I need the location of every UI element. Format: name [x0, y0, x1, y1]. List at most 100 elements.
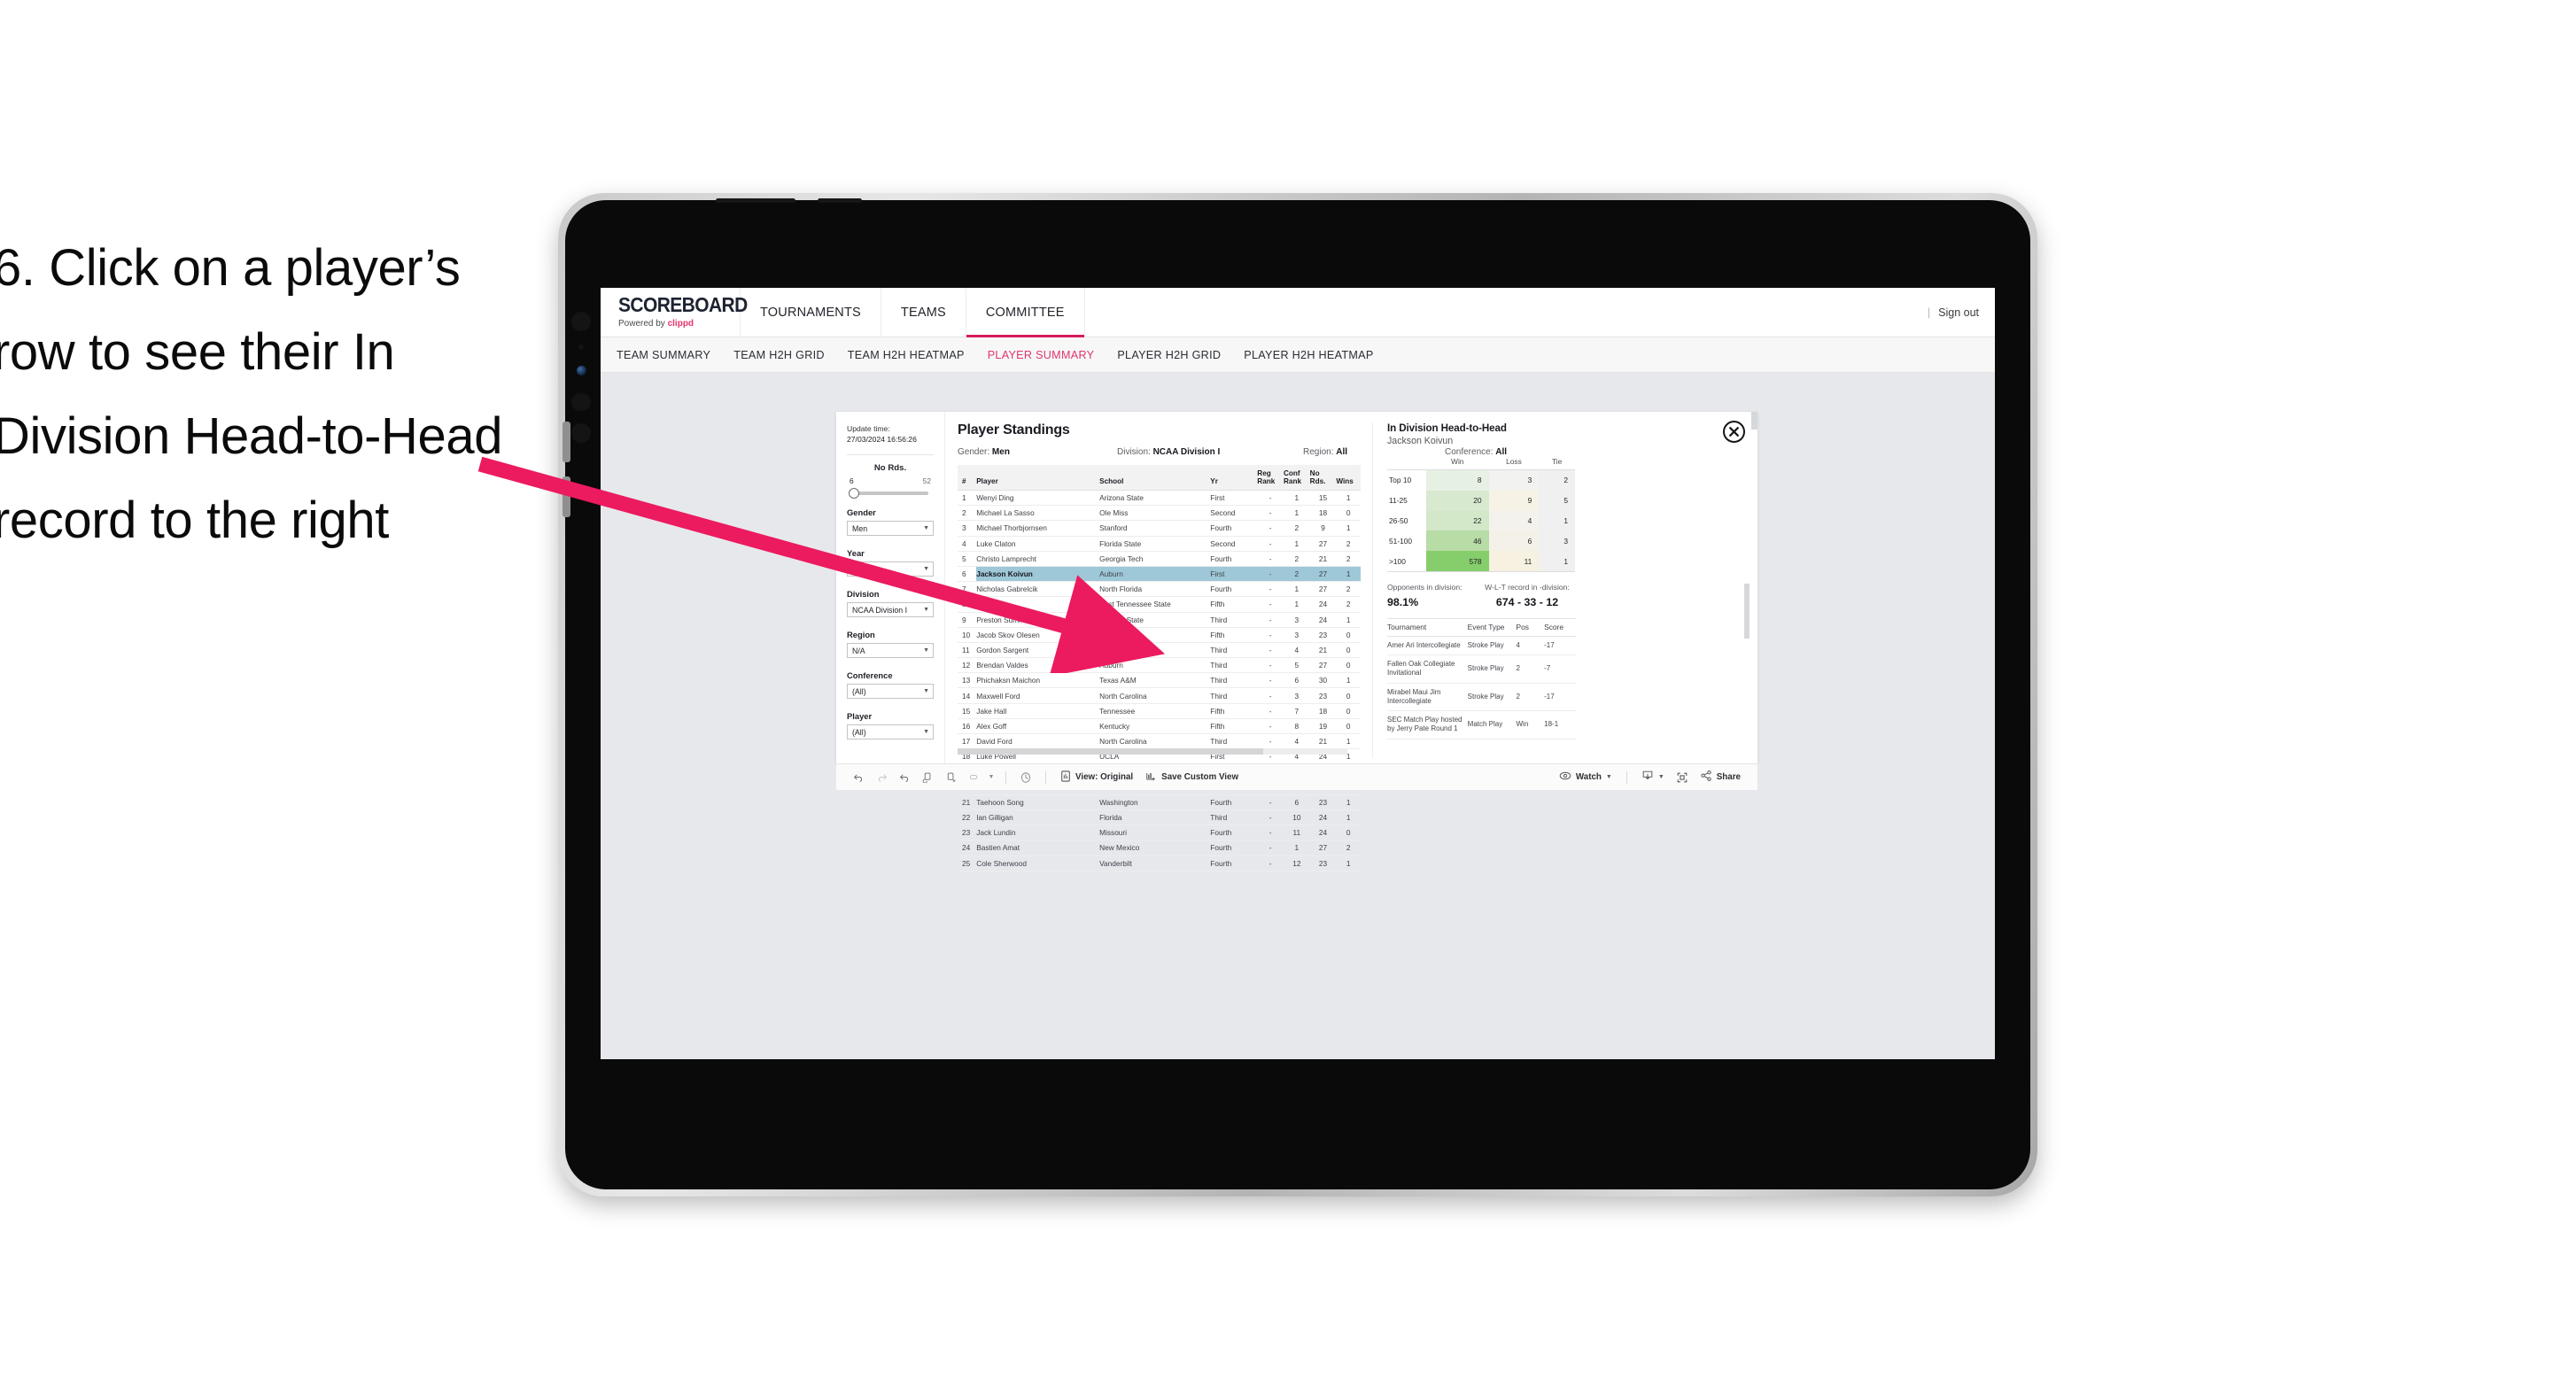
- table-row[interactable]: 4 Luke Claton Florida State Second -1 27 2: [958, 536, 1361, 552]
- cell-wins: 1: [1336, 794, 1361, 810]
- table-row[interactable]: 5 Christo Lamprecht Georgia Tech Fourth -2 21…: [958, 551, 1361, 567]
- cell-conf-rank: 2: [1283, 520, 1310, 537]
- table-row[interactable]: 13 Phichaksn Maichon Texas A&M Third -6 30 1: [958, 672, 1361, 689]
- table-row[interactable]: 2 Michael La Sasso Ole Miss Second -1 18 0: [958, 505, 1361, 522]
- cell-yr: Fourth: [1210, 551, 1258, 567]
- table-row[interactable]: 17 David Ford North Carolina Third -4 21 1: [958, 733, 1361, 750]
- redo-icon[interactable]: [870, 771, 893, 783]
- h2h-tie-cell: 1: [1539, 551, 1575, 572]
- device-layout-icon[interactable]: [962, 771, 985, 783]
- tournament-row[interactable]: Fallen Oak Collegiate Invitational Stroke…: [1387, 654, 1576, 684]
- table-row[interactable]: 7 Nicholas Gabrelcik North Florida Fourth -1…: [958, 581, 1361, 598]
- revert-icon[interactable]: [893, 771, 916, 783]
- fullscreen-icon[interactable]: [1671, 771, 1694, 784]
- horizontal-scrollbar[interactable]: [958, 748, 1347, 755]
- nav-committee[interactable]: COMMITTEE: [966, 288, 1085, 337]
- history-icon[interactable]: [1014, 771, 1037, 784]
- table-row[interactable]: 8 Mats Ege East Tennessee State Fifth -1 24 2: [958, 596, 1361, 613]
- tab-player-h2h-heatmap[interactable]: PLAYER H2H HEATMAP: [1244, 349, 1373, 361]
- col-school[interactable]: School: [1099, 465, 1211, 491]
- table-row[interactable]: 23 Jack Lundin Missouri Fourth -11 24 0: [958, 825, 1361, 841]
- cell-conf-rank: 7: [1283, 703, 1310, 719]
- tournament-scrollbar[interactable]: [1744, 584, 1750, 639]
- scroll-thumb[interactable]: [958, 748, 1263, 755]
- table-header: # Player School Yr Reg Rank Conf Rank No…: [958, 465, 1361, 491]
- table-row[interactable]: 24 Bastien Amat New Mexico Fourth -1 27 2: [958, 840, 1361, 856]
- view-original-button[interactable]: View: Original: [1054, 770, 1139, 785]
- vertical-scrollbar[interactable]: [1751, 412, 1757, 763]
- tab-team-summary[interactable]: TEAM SUMMARY: [617, 349, 710, 361]
- filter-year-select[interactable]: (All) ▼: [847, 561, 934, 577]
- h2h-matrix-table: Win Loss Tie Top 10 8 3 2 11-25 20 9 5 26-50 22 4 1…: [1387, 457, 1575, 572]
- table-row[interactable]: 1 Wenyi Ding Arizona State First -1 15 1: [958, 490, 1361, 507]
- table-row[interactable]: 9 Preston Summerhays Arizona State Third -3 2…: [958, 612, 1361, 628]
- col-yr[interactable]: Yr: [1210, 465, 1258, 491]
- table-row[interactable]: 11 Gordon Sargent Vanderbilt Third -4 21 0: [958, 642, 1361, 659]
- cell-no-rds: 23: [1309, 794, 1337, 810]
- undo-icon[interactable]: [847, 771, 870, 783]
- refresh-data-icon[interactable]: [916, 771, 939, 783]
- table-row[interactable]: 15 Jake Hall Tennessee Fifth -7 18 0: [958, 703, 1361, 719]
- tab-player-summary[interactable]: PLAYER SUMMARY: [988, 349, 1095, 361]
- table-row[interactable]: 6 Jackson Koivun Auburn First -2 27 1: [958, 566, 1361, 583]
- no-rounds-slider[interactable]: [849, 488, 928, 499]
- table-row[interactable]: 14 Maxwell Ford North Carolina Third -3 23 0: [958, 687, 1361, 704]
- scroll-thumb-vertical[interactable]: [1751, 412, 1757, 430]
- tab-team-h2h-grid[interactable]: TEAM H2H GRID: [733, 349, 825, 361]
- col-reg-rank[interactable]: Reg Rank: [1257, 465, 1284, 491]
- filter-division-select[interactable]: NCAA Division I ▼: [847, 602, 934, 618]
- sign-out-link[interactable]: Sign out: [1938, 306, 1979, 319]
- col-wins[interactable]: Wins: [1336, 465, 1361, 491]
- cell-player: Cole Sherwood: [976, 856, 1100, 871]
- account-area: | Sign out: [1928, 288, 1995, 337]
- share-button[interactable]: Share: [1694, 770, 1747, 785]
- filter-player-select[interactable]: (All) ▼: [847, 724, 934, 740]
- cell-conf-rank: 11: [1283, 825, 1310, 841]
- cell-yr: Fifth: [1210, 596, 1258, 613]
- toolbar-divider-3: [1626, 770, 1627, 784]
- table-row[interactable]: 25 Cole Sherwood Vanderbilt Fourth -12 23 1: [958, 856, 1361, 871]
- col-rank[interactable]: #: [958, 465, 977, 491]
- cell-conf-rank: 1: [1283, 505, 1310, 522]
- download-button[interactable]: ▼: [1635, 770, 1671, 785]
- filter-region-select[interactable]: N/A ▼: [847, 643, 934, 659]
- tournament-row[interactable]: SEC Match Play hosted by Jerry Pate Roun…: [1387, 710, 1576, 739]
- h2h-row: 26-50 22 4 1: [1387, 510, 1575, 531]
- save-custom-view-button[interactable]: Save Custom View: [1139, 770, 1245, 785]
- filter-conference-select[interactable]: (All) ▼: [847, 684, 934, 700]
- table-row[interactable]: 16 Alex Goff Kentucky Fifth -8 19 0: [958, 718, 1361, 735]
- cell-no-rds: 23: [1309, 627, 1337, 643]
- cell-reg-rank: -: [1257, 505, 1284, 522]
- tournament-row[interactable]: Amer Ari Intercollegiate Stroke Play 4 -17: [1387, 636, 1576, 656]
- slider-handle[interactable]: [849, 488, 859, 499]
- dropdown-caret-icon[interactable]: ▼: [985, 774, 997, 780]
- close-icon[interactable]: [1723, 421, 1745, 443]
- tab-player-h2h-grid[interactable]: PLAYER H2H GRID: [1117, 349, 1221, 361]
- meta-division-label: Division:: [1117, 447, 1153, 457]
- volume-down-button[interactable]: [563, 476, 570, 517]
- table-row[interactable]: 21 Taehoon Song Washington Fourth -6 23 1: [958, 794, 1361, 810]
- col-conf-rank[interactable]: Conf Rank: [1283, 465, 1310, 491]
- cell-wins: 0: [1336, 642, 1361, 659]
- cell-player: David Ford: [976, 733, 1100, 750]
- cell-no-rds: 27: [1309, 581, 1337, 598]
- table-row[interactable]: 12 Brendan Valdes Auburn Third -5 27 0: [958, 657, 1361, 674]
- h2h-win-cell: 8: [1426, 469, 1489, 491]
- table-row[interactable]: 10 Jacob Skov Olesen Arkansas Fifth -3 23 0: [958, 627, 1361, 643]
- h2h-win-cell: 22: [1426, 510, 1489, 531]
- table-row[interactable]: 22 Ian Gilligan Florida Third -10 24 1: [958, 809, 1361, 826]
- tab-team-h2h-heatmap[interactable]: TEAM H2H HEATMAP: [848, 349, 965, 361]
- tournament-row[interactable]: Mirabel Maui Jim Intercollegiate Stroke P…: [1387, 683, 1576, 712]
- pause-updates-icon[interactable]: [939, 771, 962, 783]
- update-time-label: Update time:: [847, 424, 890, 433]
- col-player[interactable]: Player: [976, 465, 1100, 491]
- watch-button[interactable]: Watch ▼: [1553, 771, 1618, 783]
- volume-up-button[interactable]: [563, 422, 570, 462]
- filter-gender-select[interactable]: Men ▼: [847, 521, 934, 537]
- brand-logo[interactable]: SCOREBOARD Powered by clippd: [601, 288, 748, 337]
- cell-school: Ole Miss: [1099, 505, 1211, 522]
- nav-teams[interactable]: TEAMS: [881, 288, 966, 337]
- table-row[interactable]: 3 Michael Thorbjornsen Stanford Fourth -2 9 1: [958, 520, 1361, 537]
- nav-tournaments[interactable]: TOURNAMENTS: [741, 288, 881, 337]
- col-no-rds[interactable]: No Rds.: [1309, 465, 1337, 491]
